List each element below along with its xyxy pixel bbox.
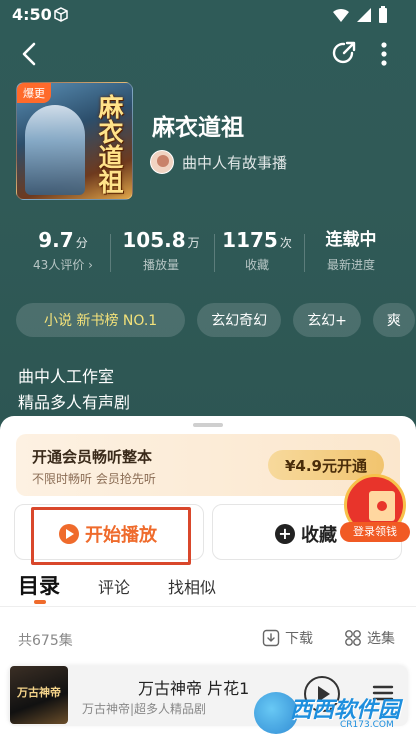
- author-row[interactable]: 曲中人有故事播: [150, 150, 287, 174]
- divider: [304, 234, 305, 272]
- share-icon[interactable]: [330, 39, 358, 67]
- stat-plays-unit: 万: [187, 236, 200, 250]
- stat-favorites-label: 收藏: [244, 258, 269, 272]
- tab-comments[interactable]: 评论: [98, 574, 130, 598]
- tag-rank[interactable]: 小说 新书榜 NO.1: [16, 303, 186, 337]
- select-label: 选集: [367, 631, 395, 647]
- tab-indicator: [34, 600, 46, 604]
- stat-favorites-unit: 次: [279, 236, 292, 250]
- description-line: 曲中人工作室: [18, 367, 115, 386]
- episode-count: 共675集: [18, 633, 73, 649]
- play-button-content: 开始播放: [59, 521, 157, 547]
- tab-catalog[interactable]: 目录: [18, 570, 60, 600]
- download-icon: [262, 629, 280, 647]
- divider: [214, 234, 215, 272]
- stats-row: 9.7 分 43人评价 › 105.8 万 播放量 1175 次 收藏 连载中 最新进…: [0, 228, 416, 280]
- login-reward-badge[interactable]: 登录领钱: [340, 474, 410, 544]
- tag-subgenre[interactable]: 玄幻+: [293, 303, 361, 337]
- site-watermark: 西西软件园 CR173.COM: [254, 690, 414, 736]
- stat-progress-label: 最新进度: [326, 258, 375, 272]
- avatar: [150, 150, 174, 174]
- cube-icon: [54, 7, 68, 22]
- author-name: 曲中人有故事播: [182, 153, 288, 172]
- stat-rating[interactable]: 9.7 分 43人评价 ›: [28, 228, 98, 273]
- stat-rating-unit: 分: [75, 236, 88, 250]
- play-icon: [59, 524, 79, 544]
- tab-bar: 目录 评论 找相似: [0, 572, 416, 608]
- cover-title: 麻衣道祖: [98, 93, 124, 197]
- back-icon[interactable]: [16, 40, 44, 68]
- favorite-button-label: 收藏: [301, 525, 337, 546]
- mini-player-cover: 万古神帝: [10, 666, 68, 724]
- redpack-label: 登录领钱: [340, 522, 410, 542]
- tag-extra[interactable]: 爽: [372, 303, 415, 337]
- select-episodes-button[interactable]: 选集: [344, 628, 395, 648]
- mini-player-title: 万古神帝 片花1: [138, 679, 250, 698]
- tab-similar[interactable]: 找相似: [168, 574, 216, 598]
- divider: [0, 606, 416, 607]
- favorite-button-content: + 收藏: [275, 521, 337, 547]
- download-label: 下载: [285, 631, 313, 647]
- grid-icon: [345, 630, 361, 646]
- cover-illustration: [25, 105, 85, 195]
- vip-subtitle: 不限时畅听 会员抢先听: [32, 472, 156, 486]
- start-play-button[interactable]: 开始播放: [14, 504, 204, 565]
- status-time: 4:50: [12, 5, 52, 24]
- stat-rating-label: 43人评价 ›: [33, 258, 93, 272]
- book-hero: 4:50 麻衣道祖 爆更 麻衣道祖 曲中人有故事播 9.7 分 43人评价 › …: [0, 0, 416, 430]
- stat-plays-label: 播放量: [142, 258, 179, 272]
- stat-favorites-value: 1175: [222, 228, 278, 252]
- stat-favorites: 1175 次 收藏: [222, 228, 292, 273]
- more-icon[interactable]: [374, 40, 394, 68]
- wifi-icon: [333, 8, 349, 22]
- signal-icon: [357, 8, 371, 22]
- book-description: 曲中人工作室 精品多人有声剧: [18, 364, 130, 416]
- stat-plays-value: 105.8: [122, 228, 186, 252]
- status-icons: [332, 6, 388, 24]
- book-title: 麻衣道祖: [152, 115, 244, 141]
- stat-plays: 105.8 万 播放量: [118, 228, 204, 273]
- play-button-label: 开始播放: [85, 525, 157, 546]
- stat-progress-value: 连载中: [325, 230, 377, 250]
- envelope-shape: [369, 491, 395, 521]
- episode-list-header: 共675集 下载 选集: [0, 628, 416, 652]
- battery-icon: [379, 6, 387, 23]
- stat-rating-value: 9.7: [38, 228, 74, 252]
- vip-title: 开通会员畅听整本: [32, 448, 153, 466]
- plus-icon: +: [275, 524, 295, 544]
- mini-cover-text: 万古神帝: [17, 686, 61, 699]
- status-bar: 4:50: [0, 0, 416, 30]
- description-line: 精品多人有声剧: [18, 393, 131, 412]
- book-cover[interactable]: 麻衣道祖 爆更: [16, 82, 133, 200]
- divider: [110, 234, 111, 272]
- mini-player-subtitle: 万古神帝|超多人精品剧: [82, 702, 207, 716]
- sheet-grabber[interactable]: [193, 423, 223, 427]
- stat-progress: 连载中 最新进度: [316, 228, 386, 273]
- download-button[interactable]: 下载: [262, 628, 313, 648]
- tag-row: 小说 新书榜 NO.1 玄幻奇幻 玄幻+ 爽: [16, 303, 415, 337]
- watermark-subtext: CR173.COM: [340, 720, 394, 730]
- cover-badge: 爆更: [17, 83, 51, 103]
- tag-genre[interactable]: 玄幻奇幻: [197, 303, 282, 337]
